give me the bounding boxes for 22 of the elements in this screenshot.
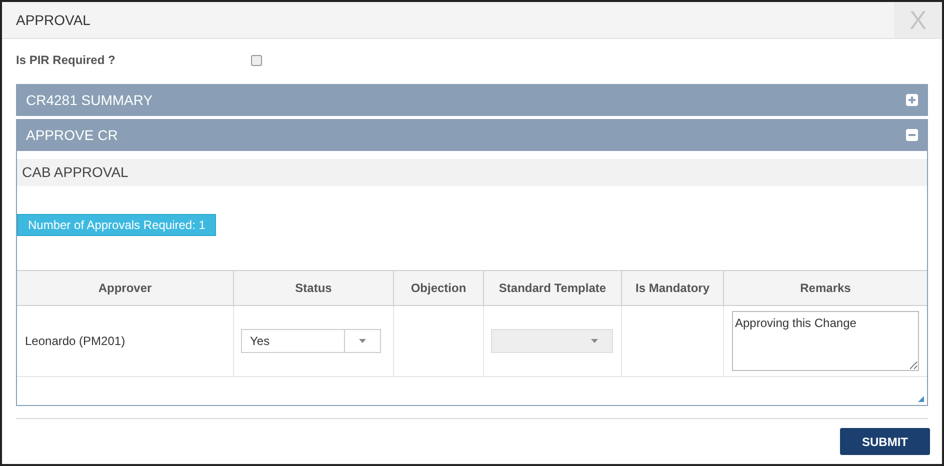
caret-icon (359, 339, 366, 343)
section-title: CAB APPROVAL (22, 163, 128, 182)
dropdown[interactable]: Yes (241, 329, 381, 353)
column-header: Status (233, 271, 393, 305)
panel-title: CR4281 SUMMARY (26, 90, 154, 110)
pir-checkbox[interactable] (251, 54, 262, 66)
panel-title: APPROVE CR (26, 126, 119, 144)
remarks-field[interactable]: Approving this Change (732, 311, 919, 371)
dialog-title: APPROVAL (15, 10, 92, 30)
column-header: Remarks (723, 271, 927, 305)
expand-icon[interactable] (906, 94, 918, 106)
caret-icon (590, 339, 598, 343)
column-header: Approver (97, 280, 153, 297)
pir-label: Is PIR Required ? (16, 52, 116, 69)
collapse-icon[interactable] (906, 129, 918, 141)
column-header: Is Mandatory (621, 271, 723, 305)
column-header: Standard Template (483, 271, 621, 305)
approver-name: Leonardo (PM201) (25, 333, 126, 350)
column-header: Objection (393, 271, 483, 305)
submit-button[interactable]: SUBMIT (840, 428, 930, 455)
resize-handle-icon[interactable] (918, 396, 924, 402)
approvals-required-badge: Number of Approvals Required: 1 (17, 214, 216, 236)
